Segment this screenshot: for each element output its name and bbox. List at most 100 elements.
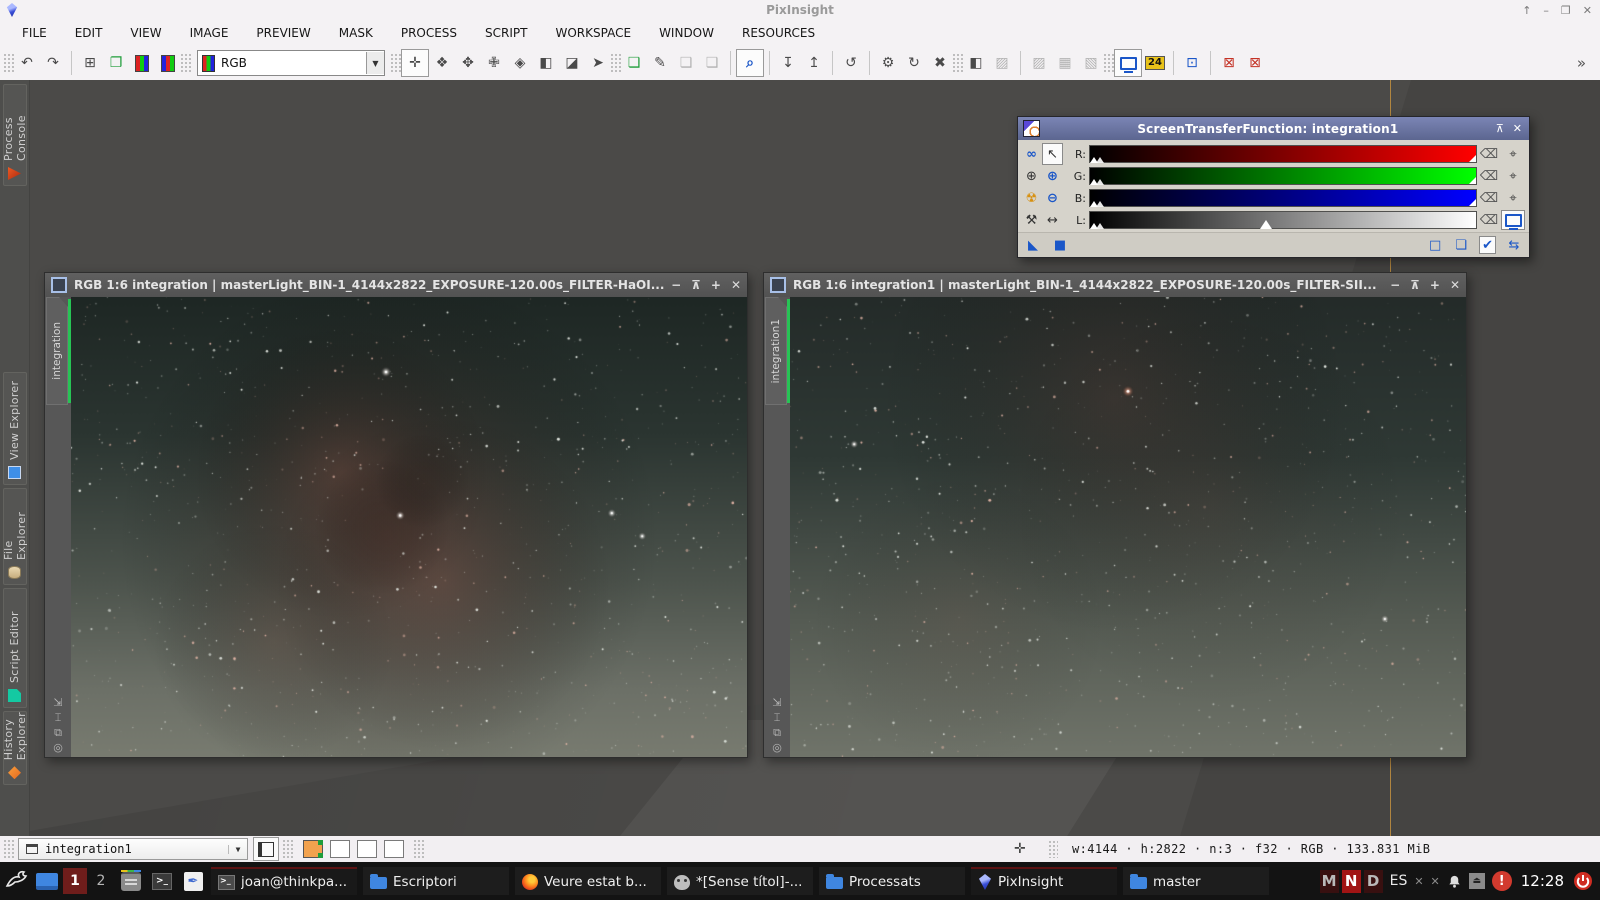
midtone-handle[interactable] <box>1096 223 1104 229</box>
channel-reset-icon[interactable]: ⌫ <box>1477 147 1501 162</box>
taskbar-task[interactable]: master <box>1123 867 1269 895</box>
mask-visible-icon[interactable]: ▦ <box>1052 50 1078 76</box>
menu-item[interactable]: WINDOW <box>645 26 728 40</box>
menu-item[interactable]: WORKSPACE <box>542 26 646 40</box>
menu-item[interactable]: IMAGE <box>176 26 243 40</box>
color-swatch[interactable] <box>357 840 377 858</box>
channel-plot-icon[interactable] <box>1501 210 1525 230</box>
auto-stretch-icon[interactable]: ☢ <box>1021 187 1042 209</box>
zoom-mode-icon[interactable]: ◣ <box>1025 236 1041 254</box>
process-history-icon[interactable]: ↻ <box>901 50 927 76</box>
undo-icon[interactable]: ↶ <box>14 50 40 76</box>
reset-icon[interactable]: ⇆ <box>1506 236 1522 254</box>
menu-item[interactable]: PREVIEW <box>242 26 324 40</box>
midtone-handle[interactable] <box>1096 157 1104 163</box>
shade-window-icon[interactable]: ⊼ <box>1410 278 1420 292</box>
channel-plot-icon[interactable]: ⌖ <box>1501 191 1525 206</box>
active-color-swatch[interactable] <box>303 840 323 858</box>
view-selector-dropdown[interactable]: integration1 ▼ <box>18 838 248 860</box>
image-window-titlebar[interactable]: RGB 1:6 integration1 | masterLight_BIN-1… <box>764 273 1466 297</box>
close-window-icon[interactable]: ✕ <box>731 278 741 292</box>
show-desktop-icon[interactable] <box>36 873 58 890</box>
window-manager-menu-icon[interactable] <box>5 870 31 892</box>
close-window-icon[interactable]: ✕ <box>1450 278 1460 292</box>
pointer-icon[interactable]: ➤ <box>585 50 611 76</box>
channel-reset-icon[interactable]: ⌫ <box>1477 213 1501 228</box>
zoom-11-icon[interactable]: ⊕ <box>1042 165 1063 187</box>
select-window-icon[interactable]: ◪ <box>559 50 585 76</box>
channel-gradient-slider[interactable] <box>1089 189 1477 207</box>
dropdown-arrow-icon[interactable]: ▼ <box>228 845 247 854</box>
split-view-icon[interactable]: ◧ <box>533 50 559 76</box>
workspace-button[interactable]: 1 <box>63 868 87 894</box>
minimize-window-icon[interactable]: − <box>1390 278 1400 292</box>
menu-item[interactable]: SCRIPT <box>471 26 541 40</box>
taskbar-task[interactable]: *[Sense títol]-... <box>667 867 813 895</box>
taskbar-task[interactable]: joan@thinkpa... <box>211 867 357 895</box>
save-process-icon[interactable]: ↥ <box>801 50 827 76</box>
new-process-icon[interactable]: ❏ <box>621 50 647 76</box>
editor-launcher-icon[interactable]: ✒ <box>180 869 206 893</box>
astro-image-integration[interactable] <box>71 297 747 757</box>
screen-rgb-icon[interactable] <box>129 50 155 76</box>
duplicate-view-icon[interactable]: ⧉ <box>773 727 781 738</box>
edit-process-icon[interactable]: ✎ <box>647 50 673 76</box>
center-view-icon[interactable]: ◎ <box>772 742 782 753</box>
channel-reset-icon[interactable]: ⌫ <box>1477 191 1501 206</box>
zoom-window-icon[interactable]: + <box>711 278 721 292</box>
close-dialog-icon[interactable]: ✕ <box>1513 122 1522 135</box>
mask-enabled-icon[interactable]: ▨ <box>1026 50 1052 76</box>
menu-item[interactable]: EDIT <box>61 26 117 40</box>
shrink-window-icon[interactable]: ✥ <box>455 50 481 76</box>
keyboard-layout-indicator[interactable]: ES <box>1390 873 1408 889</box>
channel-reset-icon[interactable]: ⌫ <box>1477 169 1501 184</box>
minimize-window-icon[interactable]: − <box>671 278 681 292</box>
image-window-titlebar[interactable]: RGB 1:6 integration | masterLight_BIN-1_… <box>45 273 747 297</box>
readout-mode-icon[interactable]: ■ <box>1052 236 1068 254</box>
menu-item[interactable]: PROCESS <box>387 26 471 40</box>
view-tab[interactable]: integration1 <box>765 297 787 405</box>
minimize-window-icon[interactable]: – <box>1543 4 1549 17</box>
midtone-handle[interactable] <box>1096 179 1104 185</box>
stf-display-icon[interactable] <box>1114 49 1142 77</box>
close-all-windows-icon[interactable]: ⊠ <box>1242 50 1268 76</box>
terminal-launcher-icon[interactable]: >_ <box>149 869 175 893</box>
dock-tab[interactable]: File Explorer <box>3 488 27 585</box>
midtone-handle[interactable] <box>1096 201 1104 207</box>
tray-indicator[interactable]: N <box>1342 870 1361 893</box>
new-instance-icon[interactable]: □ <box>1427 236 1443 254</box>
new-view-button[interactable] <box>253 837 279 861</box>
fit-view-icon[interactable]: ⌶ <box>774 712 781 723</box>
dock-tab[interactable]: View Explorer <box>3 372 27 485</box>
image-window-integration1[interactable]: RGB 1:6 integration1 | masterLight_BIN-1… <box>763 272 1467 758</box>
load-process-icon[interactable]: ↧ <box>775 50 801 76</box>
stf-dialog[interactable]: ScreenTransferFunction: integration1 ⊼✕ … <box>1017 116 1530 258</box>
color-profile-icon[interactable] <box>155 50 181 76</box>
shade-window-icon[interactable]: ⊼ <box>691 278 701 292</box>
edit-stf-mode-icon[interactable]: ↖ <box>1042 143 1063 165</box>
link-rgb-icon[interactable]: ∞ <box>1021 143 1042 165</box>
tray-indicator[interactable]: D <box>1364 870 1383 893</box>
fit-window-icon[interactable]: ⇲ <box>53 697 62 708</box>
channel-gradient-slider[interactable] <box>1089 167 1477 185</box>
dropdown-arrow-icon[interactable]: ▼ <box>366 52 384 74</box>
channel-plot-icon[interactable]: ⌖ <box>1501 147 1525 162</box>
edit-parameters-icon[interactable]: ⚒ <box>1021 209 1042 231</box>
alert-indicator-icon[interactable]: ! <box>1492 871 1512 891</box>
color-swatch[interactable] <box>330 840 350 858</box>
tray-indicator[interactable]: M <box>1320 870 1339 893</box>
new-image-icon[interactable]: ❐ <box>103 50 129 76</box>
zoom-window-icon[interactable]: + <box>1430 278 1440 292</box>
zoom-out-icon[interactable]: ⊖ <box>1042 187 1063 209</box>
redo-icon[interactable]: ↷ <box>40 50 66 76</box>
track-view-icon[interactable]: ✔ <box>1479 236 1496 254</box>
image-identifier-icon[interactable]: ⊞ <box>77 50 103 76</box>
workspace-button[interactable]: 2 <box>89 868 113 894</box>
scroll-mode-icon[interactable]: ↔ <box>1042 209 1063 231</box>
dock-tab[interactable]: Script Editor <box>3 588 27 708</box>
expand-window-icon[interactable]: ◈ <box>507 50 533 76</box>
process-settings-icon[interactable]: ⚙ <box>875 50 901 76</box>
taskbar-task[interactable]: Processats <box>819 867 965 895</box>
menu-item[interactable]: MASK <box>325 26 387 40</box>
dock-tab[interactable]: History Explorer <box>3 711 27 785</box>
